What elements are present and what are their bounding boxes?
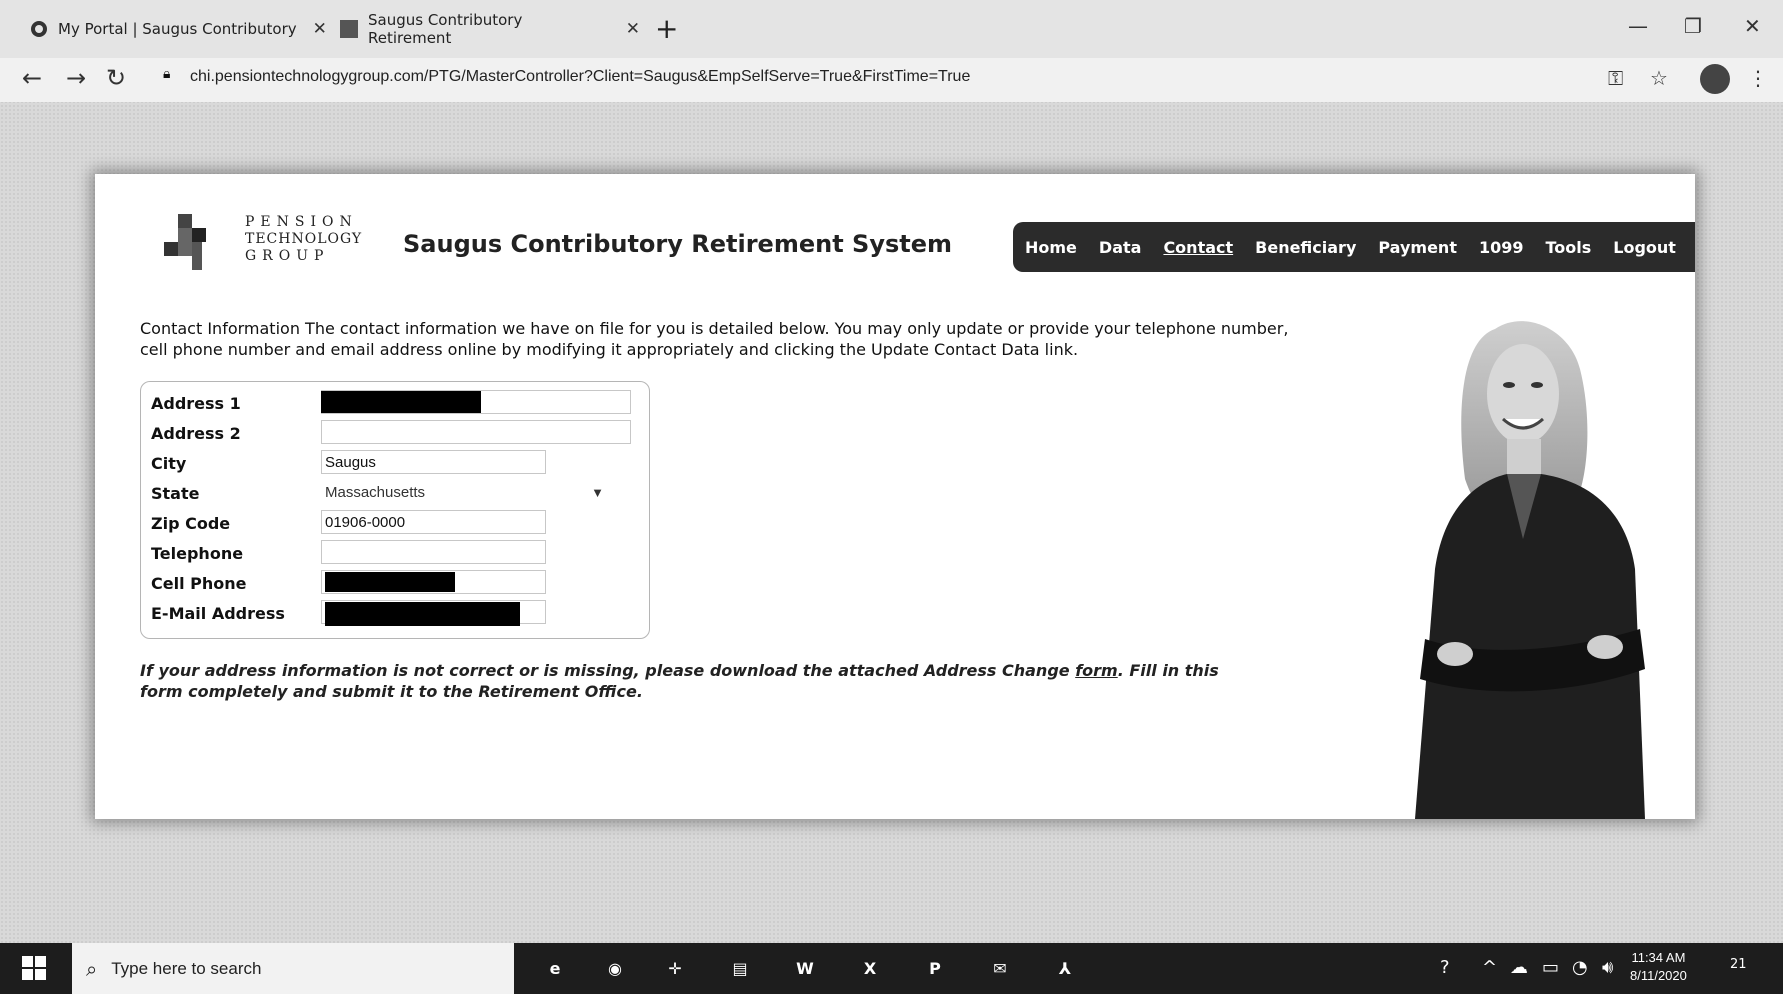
powerpoint-icon[interactable]: P: [920, 954, 950, 982]
nav-1099[interactable]: 1099: [1479, 238, 1524, 257]
acrobat-icon[interactable]: ⅄: [1050, 954, 1080, 982]
taskbar-clock[interactable]: 11:34 AM 8/11/2020: [1630, 949, 1687, 985]
chevron-up-icon[interactable]: ^: [1482, 957, 1497, 978]
form-row-address1: Address 1: [151, 390, 641, 418]
city-input[interactable]: Saugus: [321, 450, 546, 474]
back-icon[interactable]: ←: [22, 64, 42, 92]
state-label: State: [151, 484, 200, 503]
address2-label: Address 2: [151, 424, 241, 443]
taskbar-search-input[interactable]: ⌕ Type here to search: [72, 943, 514, 994]
address-change-form-link[interactable]: form: [1075, 661, 1118, 680]
state-selected-value: Massachusetts: [325, 484, 426, 501]
contact-form: Address 1 Address 2 City Saugus State Ma…: [140, 381, 650, 639]
new-tab-icon[interactable]: +: [655, 12, 678, 45]
telephone-input[interactable]: [321, 540, 546, 564]
form-row-address2: Address 2: [151, 420, 641, 448]
contact-intro-text: Contact Information The contact informat…: [140, 319, 1289, 359]
onedrive-icon[interactable]: ☁: [1510, 957, 1528, 978]
zip-label: Zip Code: [151, 514, 231, 533]
star-icon[interactable]: ☆: [1650, 66, 1668, 90]
form-row-cell: Cell Phone: [151, 570, 641, 598]
form-row-city: City Saugus: [151, 450, 641, 478]
file-explorer-icon[interactable]: ▤: [725, 954, 755, 982]
nav-tools[interactable]: Tools: [1546, 238, 1592, 257]
address2-input[interactable]: [321, 420, 631, 444]
address-change-note: If your address information is not corre…: [140, 660, 1260, 702]
profile-avatar[interactable]: [1700, 64, 1730, 94]
edge-browser-icon[interactable]: e: [540, 954, 570, 982]
form-row-state: State Massachusetts ▼: [151, 480, 641, 508]
logo-line: GROUP: [245, 248, 330, 264]
form-row-email: E-Mail Address: [151, 600, 641, 628]
email-label: E-Mail Address: [151, 604, 285, 623]
redaction-bar: [325, 572, 455, 592]
form-row-telephone: Telephone: [151, 540, 641, 568]
task-view-icon[interactable]: ✛: [660, 954, 690, 982]
site-favicon-icon: [340, 20, 358, 38]
nav-logout[interactable]: Logout: [1613, 238, 1676, 257]
forward-icon[interactable]: →: [66, 64, 86, 92]
battery-icon[interactable]: ▭: [1542, 957, 1559, 978]
browser-tab-active[interactable]: Saugus Contributory Retirement ✕: [340, 10, 640, 48]
address1-label: Address 1: [151, 394, 241, 413]
lock-icon[interactable]: 🔒︎: [163, 66, 170, 82]
windows-taskbar: ⌕ Type here to search e ◉ ✛ ▤ W X P ✉ ⅄ …: [0, 943, 1783, 994]
logo-line: TECHNOLOGY: [245, 231, 363, 247]
help-icon[interactable]: ?: [1440, 957, 1450, 978]
word-icon[interactable]: W: [790, 954, 820, 982]
chevron-down-icon: ▼: [591, 485, 604, 500]
menu-dots-icon[interactable]: ⋮: [1748, 66, 1768, 90]
city-label: City: [151, 454, 187, 473]
close-tab-icon[interactable]: ✕: [313, 19, 327, 39]
outlook-icon[interactable]: ✉: [985, 954, 1015, 982]
main-nav: Home Data Contact Beneficiary Payment 10…: [1013, 222, 1695, 272]
redaction-bar: [325, 602, 520, 626]
logo-text: PENSION TECHNOLOGY GROUP: [245, 214, 362, 265]
globe-icon: [30, 20, 48, 38]
form-row-zip: Zip Code 01906-0000: [151, 510, 641, 538]
key-icon[interactable]: ⚿: [1608, 66, 1623, 90]
chrome-browser-icon[interactable]: ◉: [600, 954, 630, 982]
nav-home[interactable]: Home: [1025, 238, 1077, 257]
clock-date: 8/11/2020: [1630, 968, 1687, 983]
site-title: Saugus Contributory Retirement System: [403, 230, 952, 258]
address-bar: ← → ↻ 🔒︎ chi.pensiontechnologygroup.com/…: [0, 58, 1783, 102]
page-card: PENSION TECHNOLOGY GROUP Saugus Contribu…: [95, 174, 1695, 819]
wifi-icon[interactable]: ◔: [1572, 957, 1588, 978]
nav-payment[interactable]: Payment: [1378, 238, 1457, 257]
tab-title: My Portal | Saugus Contributory: [58, 20, 297, 38]
browser-tab[interactable]: My Portal | Saugus Contributory ✕: [30, 10, 330, 48]
url-field[interactable]: chi.pensiontechnologygroup.com/PTG/Maste…: [190, 68, 970, 86]
zip-input[interactable]: 01906-0000: [321, 510, 546, 534]
cell-label: Cell Phone: [151, 574, 247, 593]
nav-beneficiary[interactable]: Beneficiary: [1255, 238, 1356, 257]
minimize-icon[interactable]: —: [1628, 14, 1648, 38]
browser-tab-bar: My Portal | Saugus Contributory ✕ Saugus…: [0, 0, 1783, 58]
logo-mark-icon: [164, 214, 206, 270]
close-tab-icon[interactable]: ✕: [626, 19, 640, 39]
state-select[interactable]: Massachusetts ▼: [321, 480, 611, 504]
restore-icon[interactable]: ❐: [1684, 14, 1702, 38]
tab-title: Saugus Contributory Retirement: [368, 11, 523, 47]
nav-contact[interactable]: Contact: [1163, 238, 1233, 257]
reload-icon[interactable]: ↻: [106, 64, 126, 92]
notifications-icon[interactable]: 21: [1730, 957, 1747, 972]
notification-count: 21: [1730, 957, 1747, 972]
note-text: If your address information is not corre…: [140, 661, 1076, 680]
close-window-icon[interactable]: ✕: [1744, 14, 1761, 38]
nav-data[interactable]: Data: [1099, 238, 1142, 257]
excel-icon[interactable]: X: [855, 954, 885, 982]
search-placeholder: Type here to search: [111, 958, 262, 978]
search-icon: ⌕: [86, 956, 98, 981]
logo-line: PENSION: [245, 214, 358, 230]
windows-start-icon[interactable]: [22, 956, 46, 984]
woman-photo: [1415, 321, 1645, 819]
telephone-label: Telephone: [151, 544, 244, 563]
volume-icon[interactable]: 🔊︎: [1602, 957, 1613, 978]
redaction-bar: [321, 391, 481, 413]
clock-time: 11:34 AM: [1631, 950, 1686, 965]
